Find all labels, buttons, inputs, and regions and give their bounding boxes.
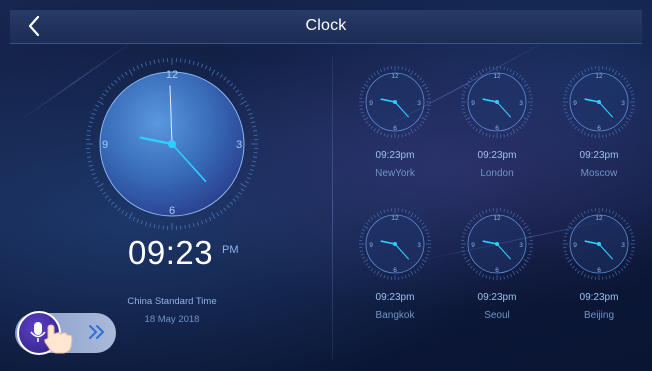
mini-dial-number: 6 [495,125,499,132]
world-clock-item[interactable]: 12 3 6 9 09:23pm Moscow [549,64,649,204]
mini-dial-number: 6 [495,267,499,274]
world-clock-city: Bangkok [375,310,415,321]
mini-dial-number: 12 [595,215,603,222]
main-analog-clock: 12 3 6 9 [84,56,260,232]
world-clock-time: 09:23pm [375,292,415,303]
mini-dial-number: 3 [417,242,421,249]
mini-dial-number: 12 [391,73,399,80]
mini-dial-number: 3 [519,100,523,107]
mini-dial-number: 9 [573,242,577,249]
dial-number-12: 12 [166,69,178,81]
world-clock-city: Seoul [484,310,510,321]
double-chevron-right-icon [89,325,104,339]
mini-dial-number: 3 [519,242,523,249]
timezone-label: China Standard Time [127,296,217,307]
mini-dial-number: 3 [621,242,625,249]
world-clock-time: 09:23pm [477,292,517,303]
digital-time: 09:23 [128,234,214,271]
world-clock-city: NewYork [375,168,415,179]
mini-dial-number: 9 [573,100,577,107]
clock-center-dot [168,140,176,148]
mini-dial-number: 3 [417,100,421,107]
mini-dial-number: 12 [493,215,501,222]
dial-number-9: 9 [102,139,108,151]
world-clock-item[interactable]: 12 3 6 9 09:23pm NewYork [345,64,445,204]
mini-dial-number: 9 [471,242,475,249]
mini-dial-number: 12 [493,73,501,80]
am-pm-indicator: PM [222,244,239,256]
world-clock-item[interactable]: 12 3 6 9 09:23pm London [447,64,547,204]
world-clock-city: Beijing [583,310,615,321]
header-bar: Clock [10,10,642,44]
mini-dial-number: 6 [393,267,397,274]
world-clock-time: 09:23pm [579,292,619,303]
world-clock-city: Moscow [580,168,618,179]
mini-analog-clock: 12 3 6 9 [359,66,431,138]
pointing-hand-icon [44,324,73,354]
mini-analog-clock: 12 3 6 9 [461,66,533,138]
mini-analog-clock: 12 3 6 9 [563,66,635,138]
mini-dial-number: 12 [595,73,603,80]
world-clock-item[interactable]: 12 3 6 9 09:23pm Bangkok [345,206,445,346]
clock-screen: Clock 12 3 6 9 09:23 PM China Standard T… [0,0,652,371]
mini-dial-number: 12 [391,215,399,222]
world-clock-time: 09:23pm [579,150,619,161]
mini-dial-number: 9 [471,100,475,107]
world-clock-time: 09:23pm [477,150,517,161]
dial-number-3: 3 [236,139,242,151]
mini-dial-number: 6 [393,125,397,132]
mini-dial-number: 6 [597,125,601,132]
mini-dial-number: 9 [369,100,373,107]
mini-analog-clock: 12 3 6 9 [563,208,635,280]
dial-number-6: 6 [169,205,175,217]
mini-dial-number: 3 [621,100,625,107]
page-title: Clock [305,17,347,34]
mini-dial-number: 9 [369,242,373,249]
vertical-divider [332,56,333,360]
mini-dial-number: 6 [597,267,601,274]
world-clock-time: 09:23pm [375,150,415,161]
world-clock-city: London [480,168,514,179]
world-clock-item[interactable]: 12 3 6 9 09:23pm Seoul [447,206,547,346]
expand-button[interactable] [86,322,108,342]
world-clock-item[interactable]: 12 3 6 9 09:23pm Beijing [549,206,649,346]
mini-analog-clock: 12 3 6 9 [461,208,533,280]
mini-analog-clock: 12 3 6 9 [359,208,431,280]
